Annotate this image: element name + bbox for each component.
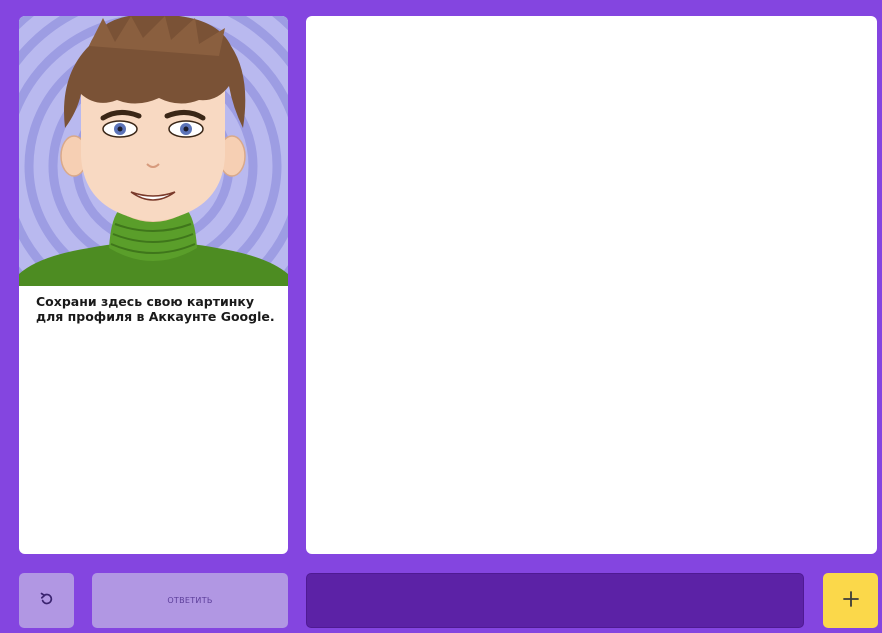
prompt-text: Сохрани здесь свою картинку для профиля … [36, 294, 275, 324]
undo-button[interactable] [19, 573, 74, 628]
answer-button-label: ОТВЕТИТЬ [167, 596, 213, 605]
undo-icon [40, 591, 54, 610]
prompt-card: Сохрани здесь свою картинку для профиля … [19, 16, 288, 554]
answer-button[interactable]: ОТВЕТИТЬ [92, 573, 288, 628]
response-canvas[interactable] [306, 16, 877, 554]
plus-icon [842, 590, 860, 612]
avatar-image [19, 16, 288, 286]
add-button[interactable] [823, 573, 878, 628]
answer-input[interactable] [306, 573, 804, 628]
